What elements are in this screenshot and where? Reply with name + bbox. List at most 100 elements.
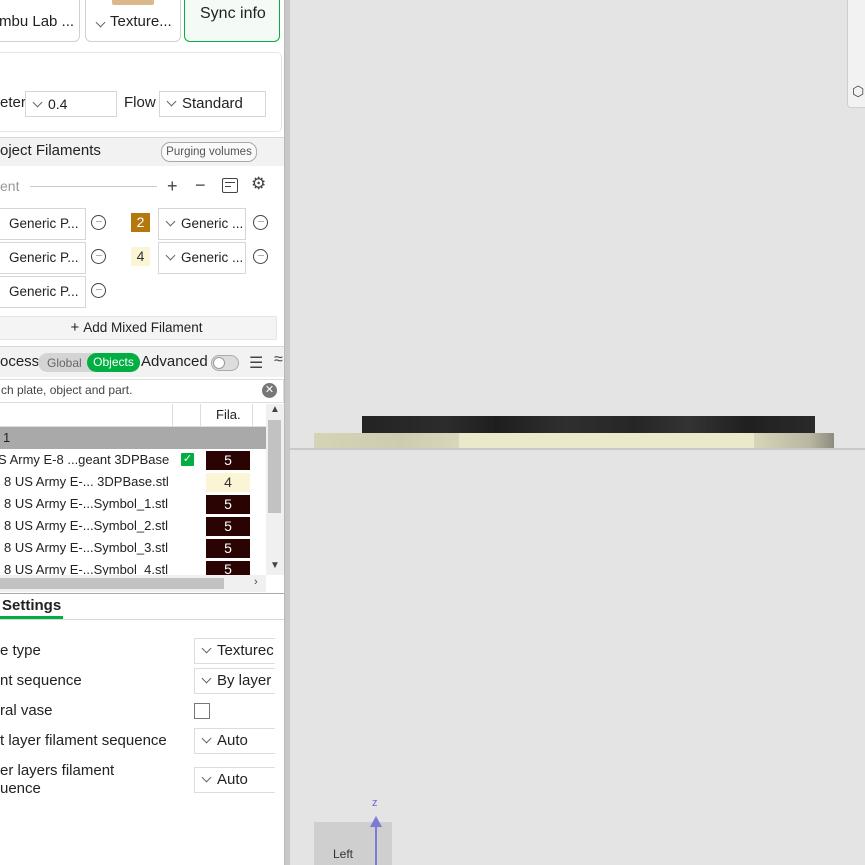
filament-value: 5 [224, 540, 232, 556]
setting-label: er layers filament [0, 762, 115, 779]
filament-cell[interactable]: 5 [206, 561, 250, 575]
plate-type-label: Texture... [110, 13, 172, 30]
scroll-down-icon[interactable]: ▼ [270, 560, 280, 571]
settings-tab[interactable]: Settings [0, 594, 66, 620]
add-mixed-filament-button[interactable]: + Add Mixed Filament [0, 316, 277, 340]
filament-cell[interactable]: 5 [206, 517, 250, 536]
scroll-thumb[interactable] [268, 420, 281, 513]
sync-info-label: Sync info [200, 5, 266, 22]
view-cube-widget[interactable]: ⬡ [847, 0, 865, 108]
filament-index-4: 4 [136, 248, 145, 264]
setting-label: e type [0, 642, 41, 659]
object-search-placeholder: ch plate, object and part. [1, 383, 133, 397]
filament-value: 5 [224, 561, 232, 575]
spiral-vase-checkbox[interactable] [194, 703, 210, 719]
object-name: 8 US Army E-...Symbol_4.stl [4, 562, 168, 575]
setting-label: ral vase [0, 702, 53, 719]
setting-label: uence [0, 780, 41, 797]
plate-type-dropdown[interactable]: Texturec [194, 638, 275, 664]
filament-value: 5 [224, 496, 232, 512]
orientation-indicator: Left [314, 822, 392, 865]
remove-filament-icon[interactable]: − [195, 175, 206, 196]
flow-label: Flow [124, 94, 156, 111]
plate-row-label: 1 [3, 430, 11, 445]
horizontal-scroll-thumb[interactable] [0, 578, 224, 589]
filament-manager-icon[interactable] [222, 178, 238, 193]
printable-checkbox[interactable]: ✓ [181, 453, 194, 466]
list-view-icon[interactable]: ☰ [249, 353, 263, 373]
filament-value: 4 [224, 474, 232, 490]
plate-type-selector[interactable]: Texture... [85, 0, 181, 42]
clear-search-icon[interactable]: ✕ [262, 383, 277, 398]
setting-value: By layer [217, 672, 272, 689]
setting-value: Texturec [217, 642, 274, 659]
setting-label: t layer filament sequence [0, 732, 167, 749]
object-name: 8 US Army E-... 3DPBase.stl [4, 474, 169, 489]
more-options-icon[interactable]: ··· [91, 249, 106, 264]
filament-slot-3-name: Generic P... [9, 250, 79, 265]
advanced-toggle[interactable] [211, 355, 239, 371]
sync-info-button[interactable]: Sync info [184, 0, 280, 42]
other-layers-sequence-dropdown[interactable]: Auto [194, 767, 275, 793]
add-filament-icon[interactable]: + [167, 176, 178, 197]
filament-index-badge: 4 [131, 247, 150, 266]
process-title: ocess [0, 353, 40, 370]
model-base-left [314, 433, 459, 448]
filament-toolbar-label: ent [0, 178, 20, 194]
model-base-center [459, 433, 754, 448]
scroll-right-icon[interactable]: › [254, 576, 258, 588]
object-name: 8 US Army E-...Symbol_3.stl [4, 540, 168, 555]
nozzle-diameter-dropdown[interactable]: 0.4 [25, 91, 117, 117]
setting-value: Auto [217, 771, 248, 788]
plate-thumbnail-icon [112, 0, 154, 5]
purging-volumes-button[interactable]: Purging volumes [161, 142, 257, 162]
filament-slot-4-dropdown[interactable]: Generic ... [158, 242, 246, 274]
filament-slot-5-dropdown[interactable]: Generic P... [0, 276, 86, 308]
global-tab[interactable]: Global [47, 356, 82, 370]
objects-tab-label: Objects [93, 355, 134, 369]
objects-tab[interactable]: Objects [87, 353, 140, 372]
filament-cell[interactable]: 4 [206, 473, 250, 492]
object-search-field[interactable]: ch plate, object and part. ✕ [0, 379, 284, 403]
chevron-down-icon [201, 772, 212, 783]
plate-row[interactable]: 1 [0, 427, 266, 449]
first-layer-sequence-dropdown[interactable]: Auto [194, 728, 275, 754]
3d-viewport[interactable]: ⬡ Left z [290, 0, 865, 865]
z-axis-arrow [375, 826, 377, 865]
chevron-down-icon [95, 17, 106, 28]
more-options-icon[interactable]: ··· [253, 249, 268, 264]
gear-icon[interactable]: ⚙ [251, 174, 266, 194]
filament-slot-2-dropdown[interactable]: Generic ... [158, 208, 246, 240]
print-sequence-dropdown[interactable]: By layer [194, 668, 275, 694]
flow-value: Standard [182, 95, 243, 112]
filament-cell[interactable]: 5 [206, 495, 250, 514]
flow-dropdown[interactable]: Standard [159, 91, 266, 117]
build-plate-edge [290, 448, 865, 450]
z-axis-label: z [372, 797, 378, 809]
more-options-icon[interactable]: ··· [91, 215, 106, 230]
setting-value: Auto [217, 732, 248, 749]
filament-slot-3-dropdown[interactable]: Generic P... [0, 242, 86, 274]
sidebar-panel: mbu Lab ... Texture... Sync info eter 0.… [0, 0, 284, 865]
advanced-label: Advanced [141, 353, 208, 370]
more-options-icon[interactable]: ··· [253, 215, 268, 230]
printer-selector[interactable]: mbu Lab ... [0, 0, 80, 42]
object-name: 8 US Army E-...Symbol_1.stl [4, 496, 168, 511]
scroll-up-icon[interactable]: ▲ [270, 404, 280, 415]
compare-icon[interactable]: ≈ [274, 351, 283, 369]
object-name: 8 US Army E-...Symbol_2.stl [4, 518, 168, 533]
more-options-icon[interactable]: ··· [91, 283, 106, 298]
filament-slot-5-name: Generic P... [9, 284, 79, 299]
filament-slot-1-dropdown[interactable]: Generic P... [0, 208, 86, 240]
chevron-down-icon [165, 216, 176, 227]
plus-icon: + [70, 319, 80, 336]
filament-cell[interactable]: 5 [206, 539, 250, 558]
purging-volumes-label: Purging volumes [166, 146, 252, 158]
column-separator [172, 404, 173, 426]
horizontal-scrollbar[interactable]: › [0, 575, 266, 592]
filament-cell[interactable]: 5 [206, 451, 250, 470]
toolbar-separator [30, 186, 157, 187]
chevron-down-icon [32, 97, 43, 108]
column-separator [200, 404, 201, 426]
vertical-scrollbar[interactable]: ▲ ▼ [266, 404, 284, 575]
